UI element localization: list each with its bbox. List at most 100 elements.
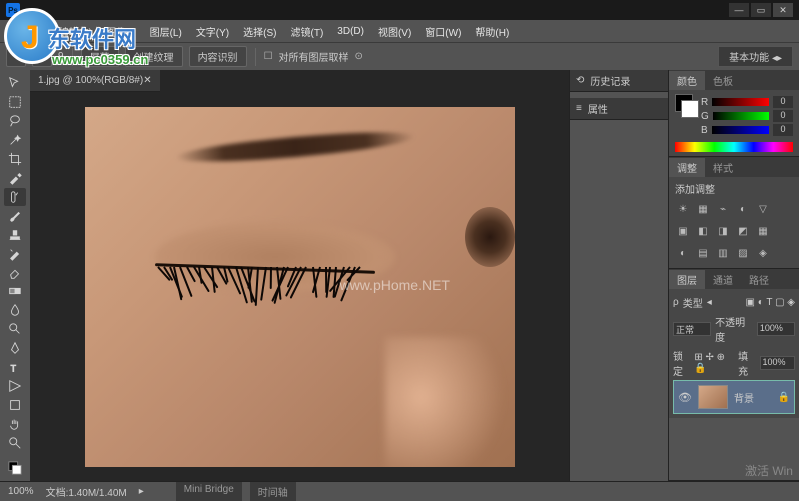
slider-g[interactable]	[713, 112, 769, 120]
menu-image[interactable]: 图像(I)	[100, 22, 141, 41]
layer-name: 背景	[734, 390, 754, 405]
zoom-tool[interactable]	[4, 434, 26, 452]
slider-b[interactable]	[712, 126, 769, 134]
lasso-tool[interactable]	[4, 112, 26, 130]
menu-3d[interactable]: 3D(D)	[331, 24, 370, 39]
crop-tool[interactable]	[4, 150, 26, 168]
slider-r[interactable]	[712, 98, 769, 106]
tab-color[interactable]: 颜色	[669, 71, 705, 90]
eraser-tool[interactable]	[4, 264, 26, 282]
adj-hue-icon[interactable]: ▣	[675, 224, 691, 238]
adj-curves-icon[interactable]: ⌁	[715, 202, 731, 216]
activate-windows: 激活 Win	[745, 462, 793, 479]
right-panel-dock: 颜色 色板 R0 G0 B0	[669, 70, 799, 481]
adj-selective-icon[interactable]: ◈	[755, 246, 771, 260]
workspace-dropdown[interactable]: 基本功能 ◂▸	[718, 46, 793, 67]
type-tool[interactable]: T	[4, 358, 26, 376]
tab-styles[interactable]: 样式	[705, 158, 741, 177]
color-panel: 颜色 色板 R0 G0 B0	[669, 70, 799, 157]
canvas-area: 1.jpg @ 100%(RGB/8#) ✕ www.pHome.NET	[30, 70, 569, 481]
adj-mixer-icon[interactable]: ▦	[755, 224, 771, 238]
menu-filter[interactable]: 滤镜(T)	[285, 22, 330, 41]
zoom-level[interactable]: 100%	[8, 486, 34, 497]
brush-tool[interactable]	[4, 207, 26, 225]
adj-photo-icon[interactable]: ◩	[735, 224, 751, 238]
opt-screen[interactable]: 屏幕	[81, 46, 119, 67]
doc-info[interactable]: 文档:1.40M/1.40M	[46, 484, 127, 499]
wand-tool[interactable]	[4, 131, 26, 149]
gradient-tool[interactable]	[4, 282, 26, 300]
menu-type[interactable]: 文字(Y)	[190, 22, 235, 41]
adj-exposure-icon[interactable]: ◐	[735, 202, 751, 216]
move-tool[interactable]	[4, 74, 26, 92]
adj-poster-icon[interactable]: ▤	[695, 246, 711, 260]
layer-thumbnail[interactable]	[698, 385, 728, 409]
tab-layers[interactable]: 图层	[669, 270, 705, 289]
adj-balance-icon[interactable]: ◧	[695, 224, 711, 238]
adj-gradient-icon[interactable]: ▨	[735, 246, 751, 260]
tab-mini-bridge[interactable]: Mini Bridge	[176, 482, 242, 501]
tab-adjustments[interactable]: 调整	[669, 158, 705, 177]
menu-select[interactable]: 选择(S)	[237, 22, 282, 41]
history-brush-tool[interactable]	[4, 245, 26, 263]
menu-edit[interactable]: 编辑(E)	[53, 22, 98, 41]
tab-swatches[interactable]: 色板	[705, 71, 741, 90]
minimize-button[interactable]: —	[729, 3, 749, 17]
opacity-input[interactable]: 100%	[757, 322, 795, 336]
adj-levels-icon[interactable]: ▦	[695, 202, 711, 216]
marquee-tool[interactable]	[4, 93, 26, 111]
layers-panel: 图层 通道 路径 ρ类型◂ ▣ ◐ T ▢ ◈ 正常 不透明度 100% 锁定 …	[669, 269, 799, 481]
dodge-tool[interactable]	[4, 320, 26, 338]
maximize-button[interactable]: ▭	[751, 3, 771, 17]
path-tool[interactable]	[4, 377, 26, 395]
blur-tool[interactable]	[4, 301, 26, 319]
healing-brush-tool[interactable]	[4, 188, 26, 206]
shape-tool[interactable]	[4, 396, 26, 414]
visibility-icon[interactable]: 👁	[678, 391, 692, 404]
fill-input[interactable]: 100%	[760, 356, 795, 370]
eyedropper-tool[interactable]	[4, 169, 26, 187]
adjustments-panel: 调整 样式 添加调整 ☀ ▦ ⌁ ◐ ▽ ▣ ◧ ◨ ◩ ▦	[669, 157, 799, 269]
hand-tool[interactable]	[4, 415, 26, 433]
tool-preset-icon[interactable]	[6, 47, 26, 67]
history-panel-tab[interactable]: ⟲历史记录	[570, 70, 668, 92]
opt-sample-all[interactable]: 对所有图层取样	[279, 49, 349, 64]
adj-invert-icon[interactable]: ◐	[675, 246, 691, 260]
document-tab[interactable]: 1.jpg @ 100%(RGB/8#) ✕	[30, 70, 160, 92]
opt-texture[interactable]: 创建纹理	[125, 46, 183, 67]
swatch-foreground[interactable]	[4, 459, 26, 477]
menu-bar: 文件(F) 编辑(E) 图像(I) 图层(L) 文字(Y) 选择(S) 滤镜(T…	[0, 20, 799, 42]
menu-view[interactable]: 视图(V)	[372, 22, 417, 41]
menu-help[interactable]: 帮助(H)	[469, 22, 515, 41]
menu-layer[interactable]: 图层(L)	[144, 22, 188, 41]
value-b[interactable]: 0	[773, 124, 793, 136]
tab-paths[interactable]: 路径	[741, 270, 777, 289]
tab-channels[interactable]: 通道	[705, 270, 741, 289]
svg-text:T: T	[11, 364, 17, 374]
adj-bw-icon[interactable]: ◨	[715, 224, 731, 238]
pen-tool[interactable]	[4, 339, 26, 357]
lock-icon: 🔒	[778, 392, 790, 403]
brush-preset-icon[interactable]	[32, 47, 52, 67]
close-button[interactable]: ✕	[773, 3, 793, 17]
adj-brightness-icon[interactable]: ☀	[675, 202, 691, 216]
layer-kind[interactable]: 类型	[683, 295, 703, 310]
layer-background[interactable]: 👁 背景 🔒	[673, 380, 795, 414]
stamp-tool[interactable]	[4, 226, 26, 244]
canvas-image[interactable]: www.pHome.NET	[85, 107, 515, 467]
properties-panel-tab[interactable]: ≡属性	[570, 98, 668, 120]
value-r[interactable]: 0	[773, 96, 793, 108]
fill-label: 填充	[738, 348, 755, 378]
hue-strip[interactable]	[675, 142, 793, 152]
menu-window[interactable]: 窗口(W)	[419, 22, 467, 41]
image-watermark: www.pHome.NET	[340, 277, 450, 293]
blend-mode-dropdown[interactable]: 正常	[673, 322, 711, 336]
adj-vibrance-icon[interactable]: ▽	[755, 202, 771, 216]
adj-threshold-icon[interactable]: ▥	[715, 246, 731, 260]
opt-content-aware[interactable]: 内容识别	[189, 46, 247, 67]
value-g[interactable]: 0	[773, 110, 793, 122]
mid-panel-dock: ⟲历史记录 ≡属性	[569, 70, 669, 481]
label-r: R	[701, 97, 708, 108]
tab-timeline[interactable]: 时间轴	[250, 482, 296, 501]
menu-file[interactable]: 文件(F)	[6, 22, 51, 41]
